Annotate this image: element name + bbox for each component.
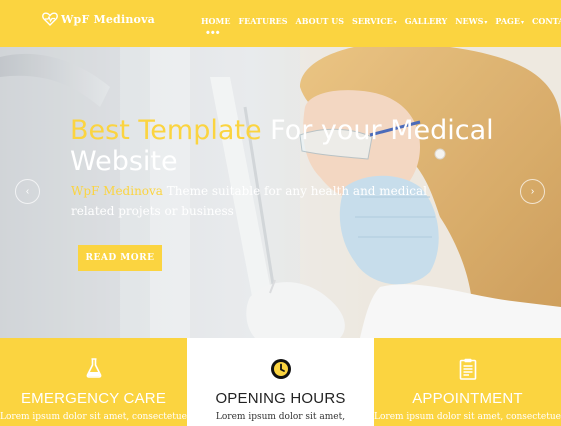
hero-title: Best Template For your Medical Website bbox=[70, 115, 494, 177]
feature-boxes: EMERGENCY CARE Lorem ipsum dolor sit ame… bbox=[0, 338, 561, 426]
nav-item-contact[interactable]: CONTACT bbox=[532, 16, 561, 26]
chevron-down-icon: ▾ bbox=[520, 19, 524, 26]
feature-text: Lorem ipsum dolor sit amet, consectetuer bbox=[0, 412, 192, 422]
nav-label: GALLERY bbox=[404, 16, 448, 26]
chevron-down-icon: ▾ bbox=[484, 19, 488, 26]
nav-label: HOME bbox=[201, 16, 231, 26]
hero-title-rest: For your Medical bbox=[261, 115, 494, 146]
site-logo[interactable]: WpF Medinova bbox=[42, 12, 155, 26]
feature-text: Lorem ipsum dolor sit amet, bbox=[215, 412, 346, 422]
main-nav: HOME FEATURES ABOUT US SERVICE▾ GALLERY … bbox=[201, 16, 561, 26]
clipboard-icon bbox=[374, 358, 561, 380]
slider-prev-button[interactable]: ‹ bbox=[15, 179, 40, 204]
feature-title: OPENING HOURS bbox=[215, 390, 346, 407]
chevron-right-icon: › bbox=[530, 186, 535, 197]
nav-more-button[interactable]: ••• bbox=[206, 27, 221, 39]
flask-icon bbox=[0, 358, 187, 378]
slider-next-button[interactable]: › bbox=[520, 179, 545, 204]
hero-subtitle: WpF Medinova Theme suitable for any heal… bbox=[71, 181, 471, 221]
nav-label: CONTACT bbox=[532, 16, 561, 26]
nav-label: ABOUT US bbox=[295, 16, 345, 26]
hero-subtitle-brand: WpF Medinova bbox=[71, 184, 163, 198]
feature-opening-hours: OPENING HOURS Lorem ipsum dolor sit amet… bbox=[187, 338, 374, 426]
nav-item-features[interactable]: FEATURES bbox=[238, 16, 287, 26]
hero-title-accent: Best Template bbox=[70, 115, 262, 146]
nav-label: SERVICE bbox=[352, 16, 393, 26]
feature-title: EMERGENCY CARE bbox=[20, 390, 167, 407]
chevron-left-icon: ‹ bbox=[25, 186, 30, 197]
nav-item-page[interactable]: PAGE▾ bbox=[495, 16, 524, 26]
hero-title-line2: Website bbox=[70, 146, 178, 177]
chevron-down-icon: ▾ bbox=[393, 19, 397, 26]
feature-appointment: APPOINTMENT Lorem ipsum dolor sit amet, … bbox=[374, 338, 561, 426]
clock-icon bbox=[187, 358, 374, 380]
nav-label: FEATURES bbox=[238, 16, 288, 26]
heart-pulse-icon bbox=[42, 12, 58, 26]
nav-item-gallery[interactable]: GALLERY bbox=[405, 16, 448, 26]
feature-text: Lorem ipsum dolor sit amet, consectetuer bbox=[374, 412, 561, 422]
feature-emergency-care: EMERGENCY CARE Lorem ipsum dolor sit ame… bbox=[0, 338, 192, 426]
nav-label: NEWS bbox=[455, 16, 484, 26]
nav-item-about-us[interactable]: ABOUT US bbox=[295, 16, 344, 26]
nav-item-home[interactable]: HOME bbox=[201, 16, 230, 26]
site-header: WpF Medinova HOME FEATURES ABOUT US SERV… bbox=[0, 0, 561, 47]
nav-label: PAGE bbox=[495, 16, 520, 26]
logo-text: WpF Medinova bbox=[61, 12, 155, 26]
read-more-button[interactable]: READ MORE bbox=[78, 245, 162, 271]
nav-item-service[interactable]: SERVICE▾ bbox=[352, 16, 397, 26]
hero-slider: Best Template For your Medical Website W… bbox=[0, 47, 561, 338]
feature-title: APPOINTMENT bbox=[412, 390, 523, 407]
nav-item-news[interactable]: NEWS▾ bbox=[455, 16, 487, 26]
